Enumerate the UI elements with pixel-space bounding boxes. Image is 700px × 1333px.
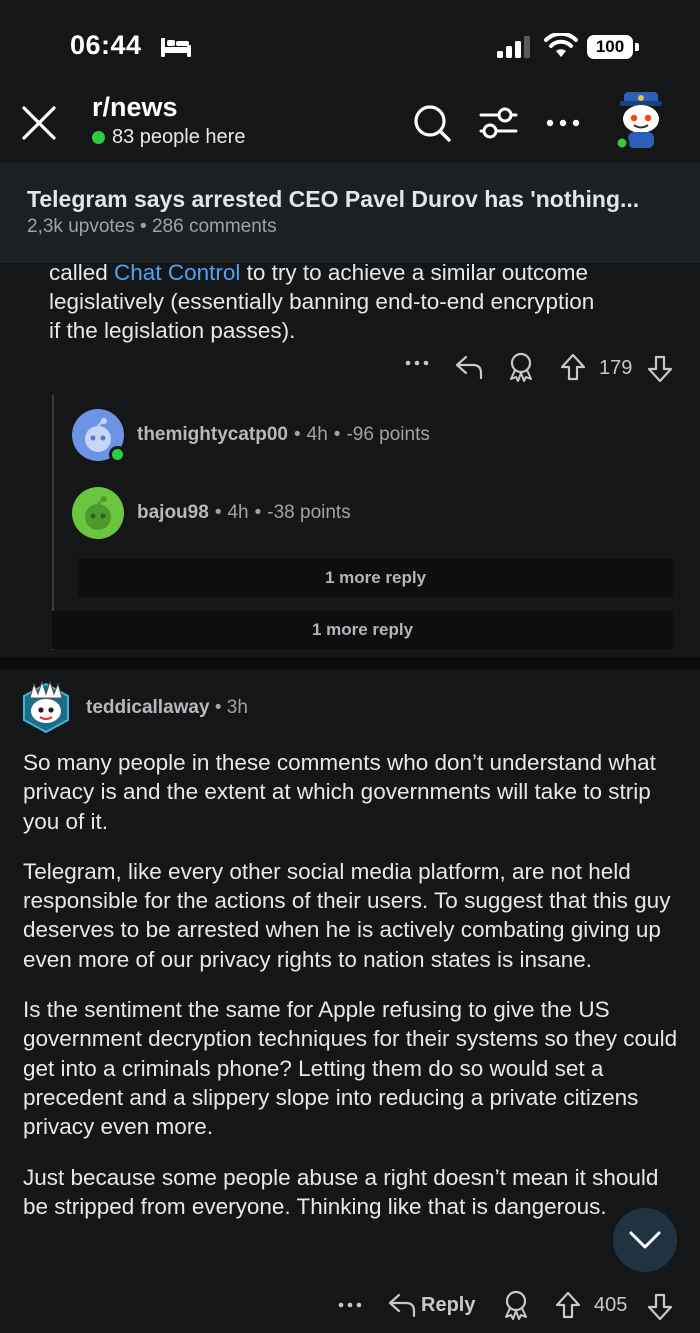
status-time: 06:44	[70, 30, 142, 60]
comment-paragraph: Just because some people abuse a right d…	[23, 1164, 659, 1219]
more-options-icon[interactable]	[405, 358, 429, 368]
comment-body: So many people in these comments who don…	[23, 748, 683, 1242]
comment-actions: 179	[0, 346, 700, 388]
comment-text: called	[49, 260, 115, 285]
wifi-icon	[544, 33, 578, 57]
reply-button[interactable]: Reply	[421, 1294, 475, 1317]
comment-text: to try to achieve a similar outcome	[240, 260, 588, 285]
meta-separator: •	[254, 502, 262, 523]
vote-score: 179	[599, 357, 633, 379]
downvote-icon[interactable]	[647, 355, 673, 383]
award-icon[interactable]	[507, 352, 535, 382]
online-text: 83 people here	[112, 126, 246, 148]
scroll-down-button[interactable]	[613, 1208, 677, 1272]
post-title[interactable]: Telegram says arrested CEO Pavel Durov h…	[27, 186, 677, 213]
user-avatar[interactable]	[612, 90, 670, 152]
reply-icon[interactable]	[388, 1292, 416, 1318]
reply-username[interactable]: bajou98	[137, 502, 209, 524]
comment-username[interactable]: teddicallaway	[86, 697, 210, 718]
avatar[interactable]	[20, 678, 72, 736]
reply-username[interactable]: themightycatp00	[137, 424, 288, 446]
more-options-icon[interactable]	[338, 1300, 362, 1310]
search-icon[interactable]	[412, 103, 452, 143]
award-icon[interactable]	[502, 1290, 530, 1320]
meta-separator: •	[293, 424, 301, 445]
meta-separator: •	[214, 502, 222, 523]
post-comments-count: 286 comments	[151, 216, 277, 237]
avatar[interactable]	[72, 487, 124, 539]
collapsed-reply[interactable]: bajou98 • 4h • -38 points	[72, 486, 672, 540]
avatar[interactable]	[72, 409, 126, 463]
online-badge	[109, 446, 126, 463]
chevron-down-icon	[629, 1231, 661, 1249]
collapsed-reply[interactable]: themightycatp00 • 4h • -96 points	[72, 408, 672, 463]
meta-separator: •	[333, 424, 341, 445]
subreddit-title[interactable]: r/news	[92, 92, 178, 123]
meta-separator: •	[140, 216, 147, 237]
comment-text: if the legislation passes).	[49, 318, 296, 343]
close-icon[interactable]	[20, 104, 58, 142]
battery-level: 100	[587, 35, 633, 59]
more-reply-button[interactable]: 1 more reply	[78, 559, 673, 597]
post-meta: 2,3k upvotes • 286 comments	[27, 216, 277, 238]
comment-actions: Reply 405	[0, 1284, 700, 1326]
upvote-icon[interactable]	[560, 353, 586, 381]
vote-score: 405	[594, 1294, 628, 1316]
battery-tip	[635, 43, 639, 51]
comment-body: called Chat Control to try to achieve a …	[49, 258, 679, 345]
comment-paragraph: So many people in these comments who don…	[23, 750, 656, 834]
more-icon[interactable]	[544, 108, 582, 138]
top-bar: r/news 83 people here	[0, 88, 700, 160]
comment-time: 3h	[226, 697, 248, 718]
reply-time: 4h	[306, 424, 328, 445]
comment-text: legislatively (essentially banning end-t…	[49, 289, 595, 314]
snoo-avatar-icon	[85, 496, 111, 530]
reply-points: -38 points	[267, 502, 351, 523]
online-dot-icon	[92, 131, 105, 144]
downvote-icon[interactable]	[647, 1293, 673, 1321]
upvote-icon[interactable]	[555, 1291, 581, 1319]
more-reply-button[interactable]: 1 more reply	[52, 611, 673, 649]
bed-icon	[161, 38, 191, 57]
cellular-signal-icon	[497, 36, 530, 58]
status-bar: 06:44 100	[0, 0, 700, 92]
battery-icon: 100	[587, 35, 639, 59]
meta-separator: •	[214, 697, 222, 718]
reply-icon[interactable]	[455, 354, 483, 380]
post-header[interactable]: Telegram says arrested CEO Pavel Durov h…	[0, 162, 700, 262]
comment-paragraph: Is the sentiment the same for Apple refu…	[23, 997, 678, 1140]
comment-paragraph: Telegram, like every other social media …	[23, 858, 671, 972]
comment-separator	[0, 657, 700, 669]
reply-points: -96 points	[346, 424, 430, 445]
post-upvotes: 2,3k upvotes	[27, 216, 135, 237]
comment-author: teddicallaway • 3h	[86, 697, 248, 719]
chat-control-link[interactable]: Chat Control	[114, 260, 240, 285]
online-count: 83 people here	[92, 126, 245, 149]
filter-icon[interactable]	[478, 105, 518, 141]
reply-time: 4h	[227, 502, 249, 523]
